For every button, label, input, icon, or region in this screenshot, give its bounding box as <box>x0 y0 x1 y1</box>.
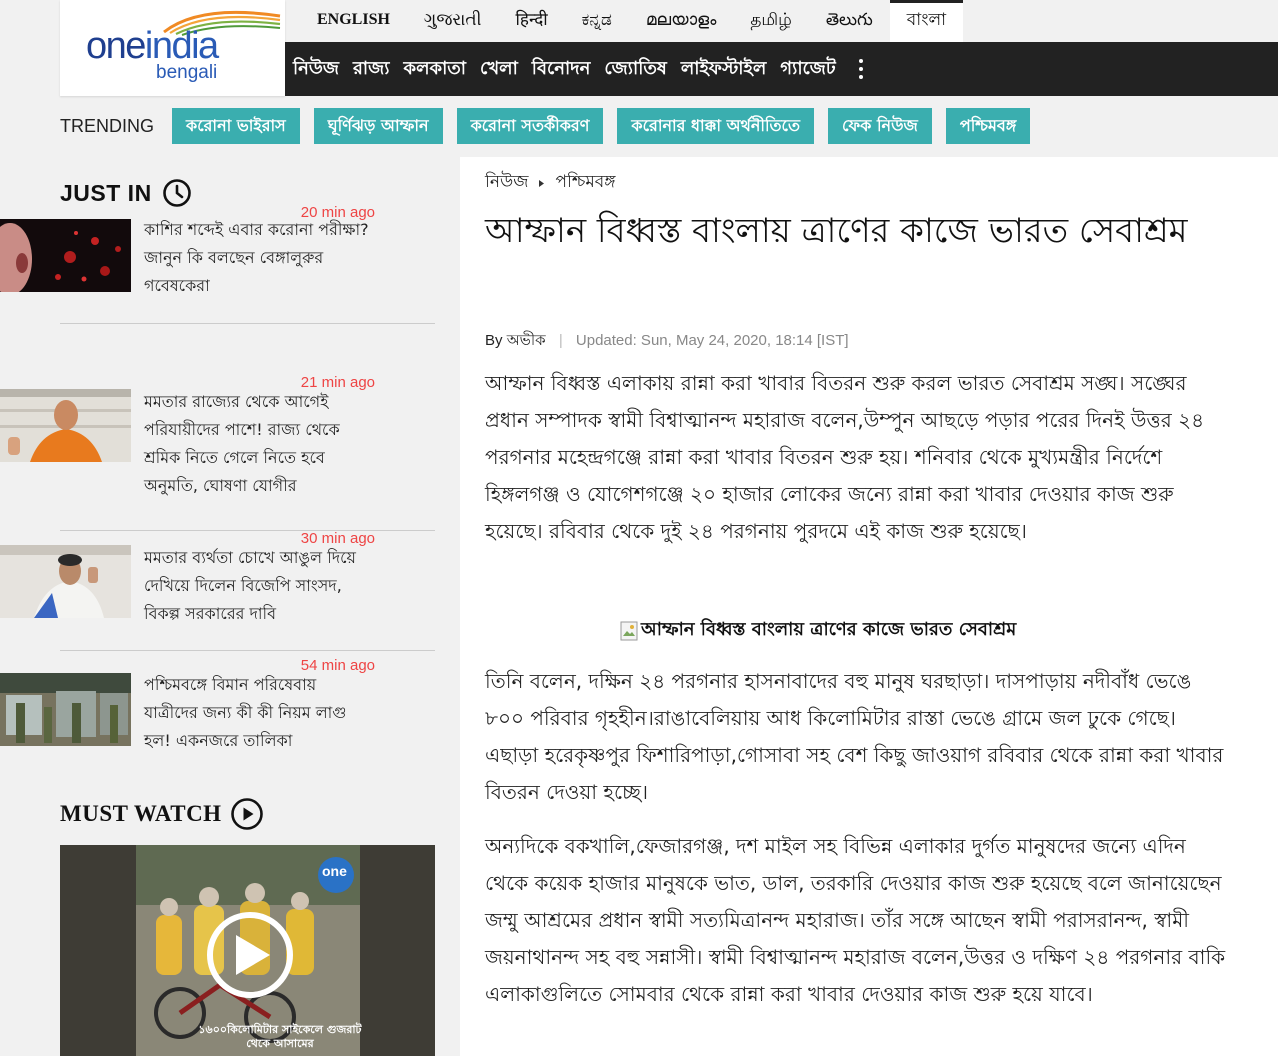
article-paragraph-3: অন্যদিকে বকখালি,ফেজারগঞ্জ, দশ মাইল সহ বি… <box>485 834 1226 1006</box>
triangle-right-icon <box>539 179 545 187</box>
news-headline: পশ্চিমবঙ্গে বিমান পরিষেবায় যাত্রীদের জন… <box>144 675 347 750</box>
divider <box>60 323 435 324</box>
must-watch-video[interactable]: one ১৬০০কিলোমিটার সাইকেলে গুজরাট থেকে আস… <box>60 845 435 1056</box>
news-headline: মমতার ব্যর্থতা চোখে আঙুল দিয়ে দেখিয়ে দ… <box>144 548 356 623</box>
trend-tag-cyclone-amphan[interactable]: ঘূর্ণিঝড় আম্ফান <box>313 108 443 144</box>
must-watch-header: MUST WATCH <box>60 797 264 831</box>
video-overlay-text: ১৬০০কিলোমিটার সাইকেলে গুজরাট থেকে আসামের <box>198 1023 362 1050</box>
news-item-3[interactable]: 30 min ago মমতার ব্যর্থতা চোখে আঙুল দিয়… <box>0 530 375 630</box>
image-alt-text: আম্ফান বিধ্বস্ত বাংলায় ত্রাণের কাজে ভার… <box>641 619 1017 640</box>
nav-state[interactable]: রাজ্য <box>346 54 396 85</box>
trend-tag-corona-virus[interactable]: করোনা ভাইরাস <box>172 108 300 144</box>
author-link[interactable]: অভীক <box>507 332 546 349</box>
byline-separator: | <box>558 332 563 349</box>
lang-english[interactable]: ENGLISH <box>300 0 407 42</box>
breadcrumb: নিউজ পশ্চিমবঙ্গ <box>485 169 616 197</box>
lang-tamil[interactable]: தமிழ் <box>733 0 809 42</box>
breadcrumb-west-bengal[interactable]: পশ্চিমবঙ্গ <box>555 169 615 197</box>
logo-part-one: one <box>86 25 146 67</box>
news-thumbnail <box>0 673 131 746</box>
lang-malayalam[interactable]: മലയാളം <box>629 0 733 42</box>
article-byline: By অভীক | Updated: Sun, May 24, 2020, 18… <box>485 329 849 354</box>
lang-kannada[interactable]: ಕನ್ನಡ <box>565 0 629 42</box>
article-paragraph-1: আম্ফান বিধ্বস্ত এলাকায় রান্না করা খাবার… <box>485 371 1205 543</box>
news-thumbnail <box>0 389 131 462</box>
article-title: আম্ফান বিধ্বস্ত বাংলায় ত্রাণের কাজে ভার… <box>485 211 1188 251</box>
article-image: আম্ফান বিধ্বস্ত বাংলায় ত্রাণের কাজে ভার… <box>620 615 1016 646</box>
broken-image-icon <box>620 621 638 640</box>
trend-tag-fake-news[interactable]: ফেক নিউজ <box>828 108 932 144</box>
nav-lifestyle[interactable]: লাইফস্টাইল <box>674 54 773 85</box>
news-thumbnail <box>0 545 131 618</box>
trend-tag-corona-alert[interactable]: করোনা সতর্কীকরণ <box>456 108 604 144</box>
nav-entertainment[interactable]: বিনোদন <box>525 54 598 85</box>
logo-subtitle: bengali <box>156 62 218 83</box>
byline-by-label: By <box>485 332 503 349</box>
video-brand-badge: one <box>322 863 347 879</box>
lang-telugu[interactable]: తెలుగు <box>809 0 890 42</box>
article: নিউজ পশ্চিমবঙ্গ আম্ফান বিধ্বস্ত বাংলায় … <box>460 157 1278 1056</box>
news-headline: কাশির শব্দেই এবার করোনা পরীক্ষা? জানুন ক… <box>144 220 369 295</box>
nav-news[interactable]: নিউজ <box>285 54 346 85</box>
play-circle-icon <box>230 798 263 830</box>
nav-sports[interactable]: খেলা <box>473 54 525 85</box>
lang-hindi[interactable]: हिन्दी <box>499 0 565 42</box>
trending-bar: TRENDING করোনা ভাইরাস ঘূর্ণিঝড় আম্ফান ক… <box>60 108 1044 144</box>
main-nav: নিউজ রাজ্য কলকাতা খেলা বিনোদন জ্যোতিষ লা… <box>285 42 1278 96</box>
language-bar: ENGLISH ગુજરાતી हिन्दी ಕನ್ನಡ മലയാളം தமிழ… <box>300 0 964 42</box>
news-headline: মমতার রাজ্যের থেকে আগেই পরিযায়ীদের পাশে… <box>144 392 340 495</box>
logo-part-india: india <box>144 25 219 67</box>
nav-gadget[interactable]: গ্যাজেট <box>773 54 842 85</box>
nav-kolkata[interactable]: কলকাতা <box>396 54 473 85</box>
lang-gujarati[interactable]: ગુજરાતી <box>407 0 499 42</box>
news-item-4[interactable]: 54 min ago পশ্চিমবঙ্গে বিমান পরিষেবায় য… <box>0 657 375 757</box>
trend-tag-west-bengal[interactable]: পশ্চিমবঙ্গ <box>945 108 1031 144</box>
updated-timestamp: Updated: Sun, May 24, 2020, 18:14 [IST] <box>575 332 849 349</box>
nav-astrology[interactable]: জ্যোতিষ <box>597 54 673 85</box>
news-item-2[interactable]: 21 min ago মমতার রাজ্যের থেকে আগেই পরিযা… <box>0 372 375 502</box>
site-logo[interactable]: oneindia bengali <box>60 0 285 96</box>
more-menu-icon[interactable] <box>851 42 871 96</box>
lang-bangla[interactable]: বাংলা <box>889 0 964 42</box>
news-thumbnail <box>0 219 131 292</box>
trending-label: TRENDING <box>60 115 154 136</box>
logo-wordmark: oneindia <box>86 25 219 67</box>
news-item-1[interactable]: 20 min ago কাশির শব্দেই এবার করোনা পরীক্… <box>0 200 375 300</box>
breadcrumb-news[interactable]: নিউজ <box>485 169 528 197</box>
article-paragraph-2: তিনি বলেন, দক্ষিন ২৪ পরগনার হাসনাবাদের ব… <box>485 669 1224 804</box>
divider <box>60 650 435 651</box>
must-watch-title: MUST WATCH <box>60 801 222 826</box>
trend-tag-corona-economy[interactable]: করোনার ধাক্কা অর্থনীতিতে <box>617 108 814 144</box>
